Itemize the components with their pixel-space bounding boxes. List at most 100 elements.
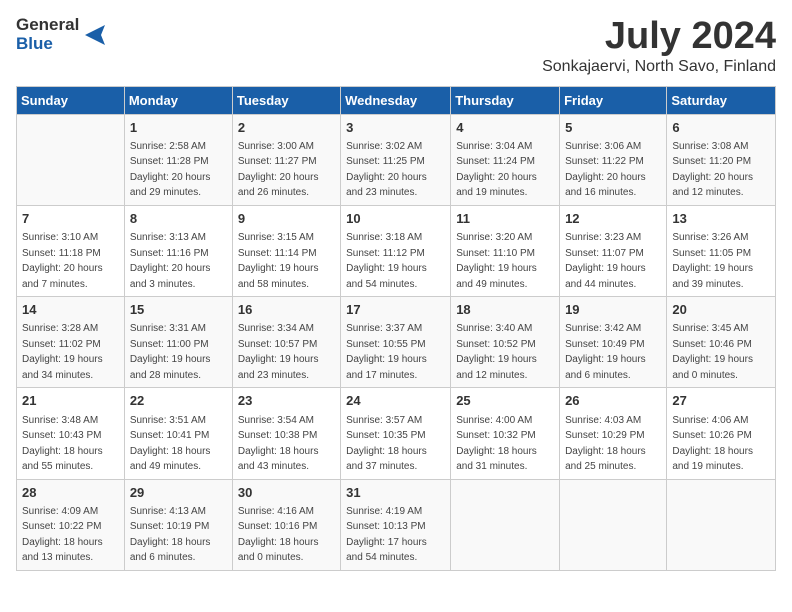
day-number: 25 (456, 392, 554, 410)
day-cell: 29 Sunrise: 4:13 AM Sunset: 10:19 PM Dayl… (124, 479, 232, 570)
day-number: 26 (565, 392, 661, 410)
day-info: Sunrise: 3:10 AM Sunset: 11:18 PM Daylig… (22, 232, 103, 290)
day-number: 9 (238, 210, 335, 228)
day-cell: 28 Sunrise: 4:09 AM Sunset: 10:22 PM Dayl… (17, 479, 125, 570)
week-row-3: 14 Sunrise: 3:28 AM Sunset: 11:02 PM Dayl… (17, 297, 776, 388)
day-info: Sunrise: 3:02 AM Sunset: 11:25 PM Daylig… (346, 141, 427, 199)
day-info: Sunrise: 3:04 AM Sunset: 11:24 PM Daylig… (456, 141, 537, 199)
day-number: 12 (565, 210, 661, 228)
day-info: Sunrise: 2:58 AM Sunset: 11:28 PM Daylig… (130, 141, 211, 199)
main-title: July 2024 (542, 16, 776, 58)
week-row-5: 28 Sunrise: 4:09 AM Sunset: 10:22 PM Dayl… (17, 479, 776, 570)
day-info: Sunrise: 3:15 AM Sunset: 11:14 PM Daylig… (238, 232, 319, 290)
day-number: 8 (130, 210, 227, 228)
day-number: 13 (672, 210, 770, 228)
day-number: 7 (22, 210, 119, 228)
day-cell: 26 Sunrise: 4:03 AM Sunset: 10:29 PM Dayl… (560, 388, 667, 479)
day-cell: 31 Sunrise: 4:19 AM Sunset: 10:13 PM Dayl… (341, 479, 451, 570)
day-cell: 15Sunrise: 3:31 AM Sunset: 11:00 PM Dayl… (124, 297, 232, 388)
col-header-friday: Friday (560, 86, 667, 114)
day-info: Sunrise: 4:13 AM Sunset: 10:19 PM Daylig… (130, 506, 211, 564)
header-row: SundayMondayTuesdayWednesdayThursdayFrid… (17, 86, 776, 114)
day-cell: 20 Sunrise: 3:45 AM Sunset: 10:46 PM Dayl… (667, 297, 776, 388)
day-cell: 12 Sunrise: 3:23 AM Sunset: 11:07 PM Dayl… (560, 205, 667, 296)
day-info: Sunrise: 3:26 AM Sunset: 11:05 PM Daylig… (672, 232, 753, 290)
day-info: Sunrise: 3:48 AM Sunset: 10:43 PM Daylig… (22, 415, 103, 473)
day-number: 10 (346, 210, 445, 228)
day-info: Sunrise: 3:00 AM Sunset: 11:27 PM Daylig… (238, 141, 319, 199)
day-cell: 3Sunrise: 3:02 AM Sunset: 11:25 PM Dayli… (341, 114, 451, 205)
day-cell: 6 Sunrise: 3:08 AM Sunset: 11:20 PM Dayli… (667, 114, 776, 205)
day-info: Sunrise: 3:28 AM Sunset: 11:02 PM Daylig… (22, 323, 103, 381)
week-row-4: 21 Sunrise: 3:48 AM Sunset: 10:43 PM Dayl… (17, 388, 776, 479)
col-header-sunday: Sunday (17, 86, 125, 114)
day-info: Sunrise: 4:00 AM Sunset: 10:32 PM Daylig… (456, 415, 537, 473)
logo-bird-icon (83, 21, 105, 49)
day-number: 17 (346, 301, 445, 319)
day-info: Sunrise: 3:34 AM Sunset: 10:57 PM Daylig… (238, 323, 319, 381)
calendar-table: SundayMondayTuesdayWednesdayThursdayFrid… (16, 86, 776, 571)
day-info: Sunrise: 3:18 AM Sunset: 11:12 PM Daylig… (346, 232, 427, 290)
day-cell: 5 Sunrise: 3:06 AM Sunset: 11:22 PM Dayli… (560, 114, 667, 205)
logo: General Blue (16, 16, 105, 53)
day-info: Sunrise: 3:06 AM Sunset: 11:22 PM Daylig… (565, 141, 646, 199)
col-header-monday: Monday (124, 86, 232, 114)
day-cell: 24 Sunrise: 3:57 AM Sunset: 10:35 PM Dayl… (341, 388, 451, 479)
day-number: 4 (456, 119, 554, 137)
day-cell: 14 Sunrise: 3:28 AM Sunset: 11:02 PM Dayl… (17, 297, 125, 388)
day-number: 14 (22, 301, 119, 319)
day-info: Sunrise: 3:54 AM Sunset: 10:38 PM Daylig… (238, 415, 319, 473)
title-area: July 2024 Sonkajaervi, North Savo, Finla… (542, 16, 776, 76)
day-number: 18 (456, 301, 554, 319)
day-info: Sunrise: 3:51 AM Sunset: 10:41 PM Daylig… (130, 415, 211, 473)
day-cell: 21 Sunrise: 3:48 AM Sunset: 10:43 PM Dayl… (17, 388, 125, 479)
day-number: 11 (456, 210, 554, 228)
subtitle: Sonkajaervi, North Savo, Finland (542, 58, 776, 76)
day-number: 27 (672, 392, 770, 410)
day-cell: 9 Sunrise: 3:15 AM Sunset: 11:14 PM Dayli… (232, 205, 340, 296)
day-number: 28 (22, 484, 119, 502)
day-number: 24 (346, 392, 445, 410)
day-number: 2 (238, 119, 335, 137)
day-cell: 16 Sunrise: 3:34 AM Sunset: 10:57 PM Dayl… (232, 297, 340, 388)
day-info: Sunrise: 4:19 AM Sunset: 10:13 PM Daylig… (346, 506, 427, 564)
day-cell (17, 114, 125, 205)
col-header-saturday: Saturday (667, 86, 776, 114)
day-number: 30 (238, 484, 335, 502)
day-number: 31 (346, 484, 445, 502)
day-info: Sunrise: 3:40 AM Sunset: 10:52 PM Daylig… (456, 323, 537, 381)
day-number: 5 (565, 119, 661, 137)
day-number: 6 (672, 119, 770, 137)
day-number: 19 (565, 301, 661, 319)
day-info: Sunrise: 3:37 AM Sunset: 10:55 PM Daylig… (346, 323, 427, 381)
day-info: Sunrise: 4:09 AM Sunset: 10:22 PM Daylig… (22, 506, 103, 564)
col-header-thursday: Thursday (451, 86, 560, 114)
day-info: Sunrise: 4:03 AM Sunset: 10:29 PM Daylig… (565, 415, 646, 473)
day-number: 29 (130, 484, 227, 502)
logo-text: General Blue (16, 16, 79, 53)
day-cell (667, 479, 776, 570)
day-number: 1 (130, 119, 227, 137)
day-cell (451, 479, 560, 570)
day-info: Sunrise: 3:20 AM Sunset: 11:10 PM Daylig… (456, 232, 537, 290)
day-info: Sunrise: 3:57 AM Sunset: 10:35 PM Daylig… (346, 415, 427, 473)
col-header-wednesday: Wednesday (341, 86, 451, 114)
day-number: 20 (672, 301, 770, 319)
day-cell: 1 Sunrise: 2:58 AM Sunset: 11:28 PM Dayli… (124, 114, 232, 205)
day-info: Sunrise: 3:08 AM Sunset: 11:20 PM Daylig… (672, 141, 753, 199)
day-number: 21 (22, 392, 119, 410)
day-cell: 11 Sunrise: 3:20 AM Sunset: 11:10 PM Dayl… (451, 205, 560, 296)
day-cell: 25 Sunrise: 4:00 AM Sunset: 10:32 PM Dayl… (451, 388, 560, 479)
day-info: Sunrise: 4:16 AM Sunset: 10:16 PM Daylig… (238, 506, 319, 564)
day-cell: 4 Sunrise: 3:04 AM Sunset: 11:24 PM Dayli… (451, 114, 560, 205)
day-cell: 22Sunrise: 3:51 AM Sunset: 10:41 PM Dayl… (124, 388, 232, 479)
day-info: Sunrise: 3:23 AM Sunset: 11:07 PM Daylig… (565, 232, 646, 290)
day-info: Sunrise: 3:42 AM Sunset: 10:49 PM Daylig… (565, 323, 646, 381)
day-info: Sunrise: 3:13 AM Sunset: 11:16 PM Daylig… (130, 232, 211, 290)
day-number: 16 (238, 301, 335, 319)
day-cell: 27Sunrise: 4:06 AM Sunset: 10:26 PM Dayl… (667, 388, 776, 479)
day-info: Sunrise: 3:45 AM Sunset: 10:46 PM Daylig… (672, 323, 753, 381)
day-cell: 2 Sunrise: 3:00 AM Sunset: 11:27 PM Dayli… (232, 114, 340, 205)
day-cell: 8 Sunrise: 3:13 AM Sunset: 11:16 PM Dayli… (124, 205, 232, 296)
header: General Blue July 2024 Sonkajaervi, Nort… (16, 16, 776, 76)
